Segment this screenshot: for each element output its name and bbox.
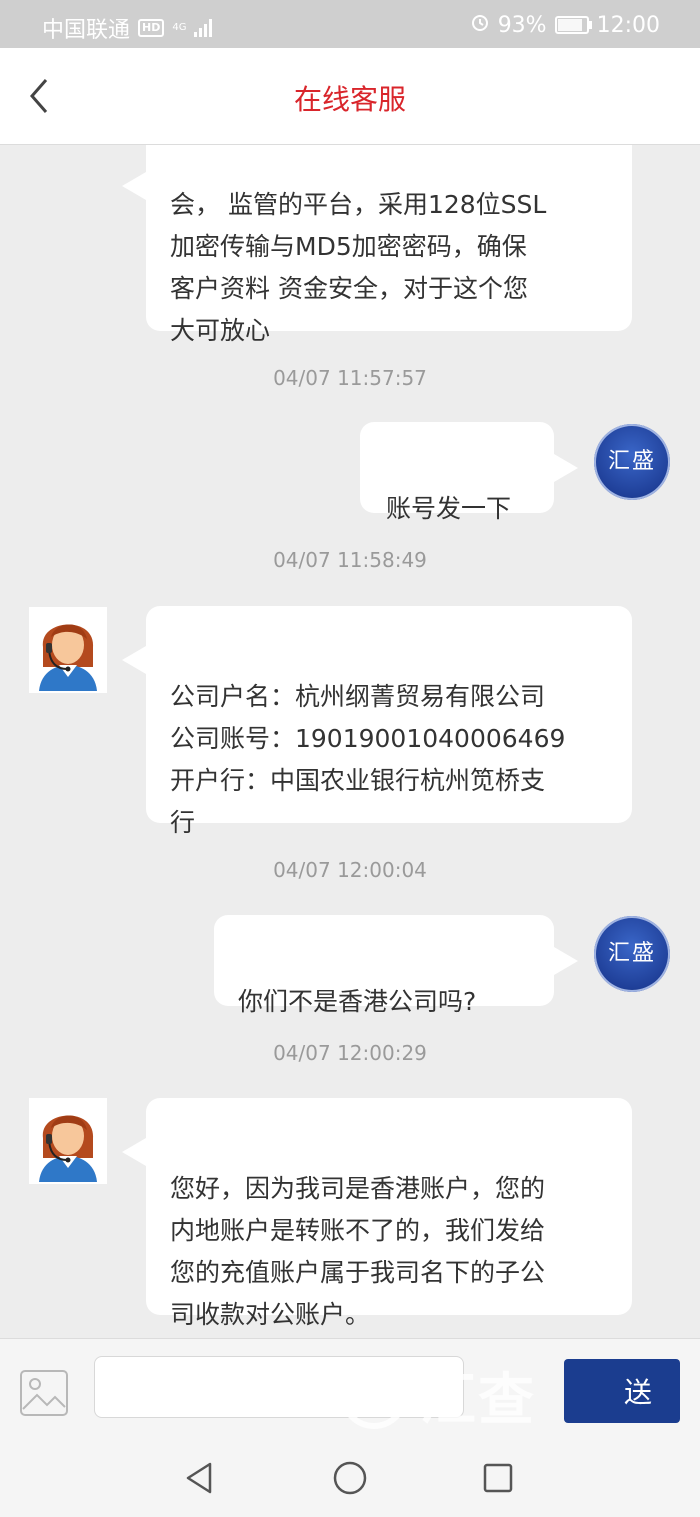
nav-recents-button[interactable] <box>478 1458 518 1498</box>
battery-percent: 93% <box>497 12 547 38</box>
input-bar: 送 <box>0 1338 700 1439</box>
network-label: 4G <box>172 22 187 33</box>
hd-badge: HD <box>138 19 165 37</box>
chat-list[interactable]: 会， 监管的平台，采用128位SSL 加密传输与MD5加密密码，确保 客户资料 … <box>0 145 700 1338</box>
user-avatar: 汇盛 <box>594 916 670 992</box>
page-title: 在线客服 <box>293 83 406 116</box>
message-text: 账号发一下 <box>386 494 512 523</box>
clock: 12:00 <box>596 12 660 38</box>
send-button[interactable]: 送 <box>564 1359 680 1423</box>
user-avatar: 汇盛 <box>594 424 670 500</box>
image-icon <box>20 1370 68 1416</box>
agent-message: 公司户名：杭州纲菁贸易有限公司 公司账号：19019001040006469 开… <box>122 606 632 837</box>
agent-message: 您好，因为我司是香港账户，您的 内地账户是转账不了的，我们发给 您的充值账户属于… <box>122 1098 632 1329</box>
image-picker-button[interactable] <box>19 1369 69 1417</box>
message-text: 会， 监管的平台，采用128位SSL 加密传输与MD5加密密码，确保 客户资料 … <box>170 190 547 345</box>
message-timestamp: 04/07 11:58:49 <box>273 548 427 572</box>
agent-message: 会， 监管的平台，采用128位SSL 加密传输与MD5加密密码，确保 客户资料 … <box>122 145 632 345</box>
battery-fill <box>557 19 582 31</box>
agent-avatar-icon <box>39 624 97 691</box>
user-message: 你们不是香港公司吗? <box>214 915 578 1016</box>
agent-avatar <box>29 1098 107 1184</box>
message-timestamp: 04/07 12:00:04 <box>273 858 427 882</box>
message-text: 您好，因为我司是香港账户，您的 内地账户是转账不了的，我们发给 您的充值账户属于… <box>170 1174 546 1329</box>
system-nav-bar <box>0 1438 700 1517</box>
battery-icon <box>554 16 592 34</box>
agent-avatar <box>29 607 107 693</box>
nav-home-button[interactable] <box>330 1458 370 1498</box>
square-recents-icon <box>483 1463 513 1493</box>
app-header: 在线客服 <box>0 48 700 145</box>
carrier-label: 中国联通 <box>42 18 131 43</box>
message-text: 公司户名：杭州纲菁贸易有限公司 公司账号：19019001040006469 开… <box>170 682 566 837</box>
nav-back-button[interactable] <box>180 1458 220 1498</box>
triangle-back-icon <box>186 1462 212 1494</box>
alarm-icon <box>470 12 490 38</box>
status-bar: 中国联通 HD 4G 93% 12:00 <box>0 0 700 48</box>
message-timestamp: 04/07 11:57:57 <box>273 366 427 390</box>
message-input[interactable] <box>94 1356 464 1418</box>
user-message: 账号发一下 <box>360 422 578 523</box>
message-timestamp: 04/07 12:00:29 <box>273 1041 427 1065</box>
circle-home-icon <box>333 1461 367 1495</box>
signal-icon <box>194 19 213 37</box>
agent-avatar-icon <box>39 1115 97 1182</box>
message-text: 你们不是香港公司吗? <box>238 987 477 1016</box>
